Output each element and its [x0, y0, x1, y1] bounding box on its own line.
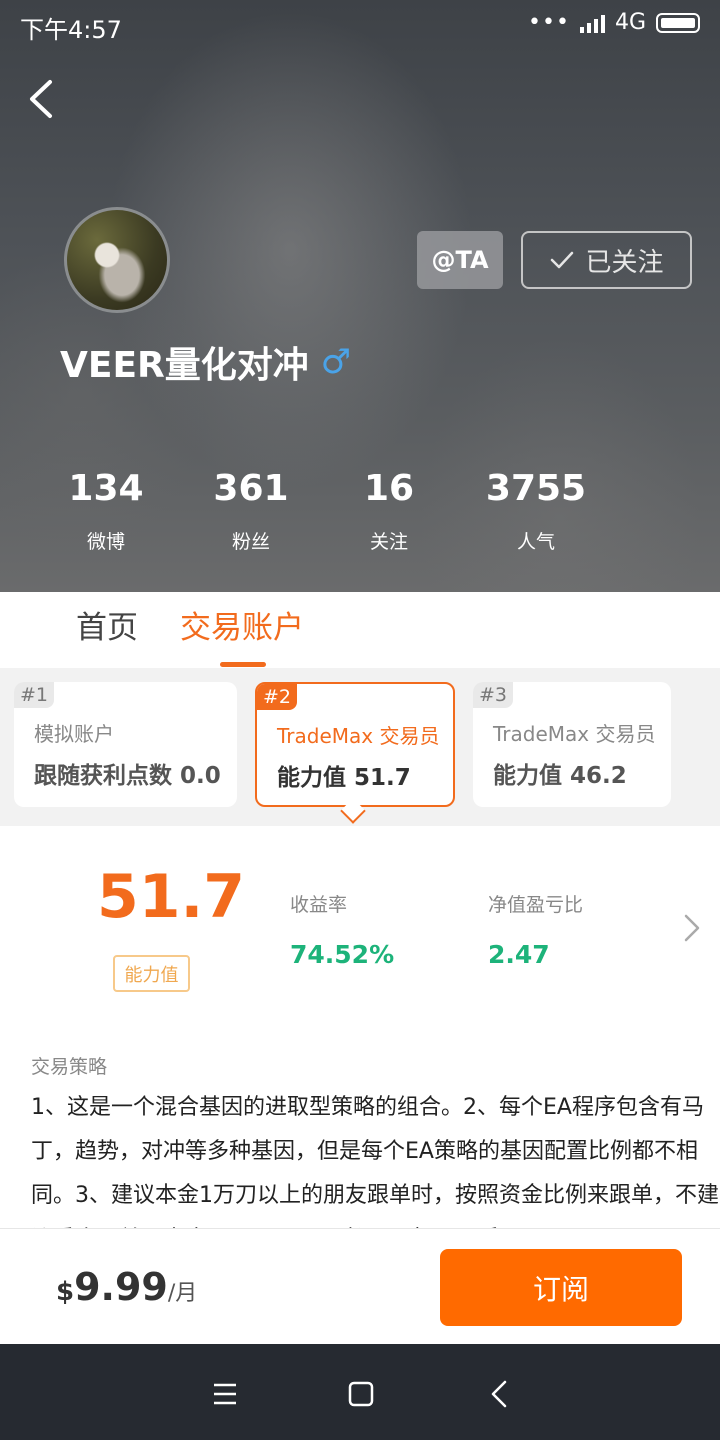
more-dots-icon: ••• — [528, 10, 570, 35]
account-title: TradeMax 交易员 — [277, 724, 440, 748]
price-amount: 9.99 — [74, 1265, 168, 1309]
follow-label: 已关注 — [585, 247, 664, 278]
signal-icon — [579, 13, 605, 33]
subscribe-bar: $ 9.99 /月 订阅 — [0, 1228, 720, 1344]
stat-weibo[interactable]: 134 微博 — [46, 468, 166, 554]
status-bar: 下午4:57 ••• 4G — [0, 0, 720, 50]
male-icon: ♂ — [320, 342, 352, 382]
stat-value: 361 — [213, 468, 289, 509]
account-rank: #2 — [257, 684, 298, 710]
stat-value: 3755 — [485, 468, 587, 509]
profit-loss-ratio-label: 净值盈亏比 — [488, 894, 584, 916]
account-card-3[interactable]: #3 TradeMax 交易员 能力值 46.2 — [473, 682, 671, 807]
return-rate-label: 收益率 — [290, 894, 348, 916]
account-rank: #1 — [14, 682, 55, 708]
username: VEER量化对冲 ♂ — [60, 336, 351, 388]
account-subtitle: 能力值 46.2 — [493, 763, 627, 789]
account-title: TradeMax 交易员 — [493, 722, 656, 746]
system-nav-bar — [0, 1344, 720, 1440]
status-time: 下午4:57 — [20, 16, 122, 44]
back-icon[interactable] — [480, 1374, 520, 1414]
stat-label: 关注 — [369, 531, 408, 553]
account-card-1[interactable]: #1 模拟账户 跟随获利点数 0.0 — [14, 682, 237, 807]
profile-header: 下午4:57 ••• 4G @TA 已关注 VEER量化对冲 ♂ 134 微博 — [0, 0, 720, 592]
price: $ 9.99 /月 — [56, 1265, 197, 1309]
stat-popularity: 3755 人气 — [476, 468, 596, 554]
follow-button[interactable]: 已关注 — [521, 231, 692, 289]
account-title: 模拟账户 — [34, 722, 114, 746]
profit-loss-ratio-value: 2.47 — [488, 940, 550, 969]
account-subtitle: 能力值 51.7 — [277, 765, 411, 791]
stat-label: 粉丝 — [231, 531, 270, 553]
chevron-left-icon — [30, 80, 52, 118]
username-text: VEER量化对冲 — [60, 345, 309, 386]
ability-badge: 能力值 — [113, 955, 190, 992]
account-cards: #1 模拟账户 跟随获利点数 0.0 #2 TradeMax 交易员 能力值 5… — [0, 668, 720, 826]
battery-icon — [656, 12, 700, 33]
back-button[interactable] — [22, 74, 66, 124]
avatar[interactable] — [64, 207, 170, 313]
account-rank: #3 — [473, 682, 514, 708]
chevron-right-icon[interactable] — [678, 908, 706, 948]
tab-indicator — [220, 662, 266, 667]
return-rate-value: 74.52% — [290, 940, 395, 969]
tab-bar: 首页 交易账户 — [0, 592, 720, 668]
network-type: 4G — [614, 10, 646, 35]
strategy-text: 1、这是一个混合基因的进取型策略的组合。2、每个EA程序包含有马丁，趋势，对冲等… — [31, 1095, 719, 1228]
price-period: /月 — [167, 1281, 198, 1306]
account-subtitle: 跟随获利点数 0.0 — [34, 763, 221, 789]
mention-button[interactable]: @TA — [417, 231, 503, 289]
stat-following[interactable]: 16 关注 — [329, 468, 449, 554]
stat-value: 134 — [68, 468, 144, 509]
tab-trading-account[interactable]: 交易账户 — [180, 602, 304, 647]
status-icons: ••• 4G — [528, 10, 700, 35]
ability-score: 51.7 — [97, 862, 246, 932]
stat-fans[interactable]: 361 粉丝 — [191, 468, 311, 554]
check-icon — [551, 251, 574, 269]
stat-label: 微博 — [86, 531, 125, 553]
stat-value: 16 — [363, 468, 415, 509]
tab-home[interactable]: 首页 — [76, 602, 138, 647]
menu-icon[interactable] — [205, 1374, 245, 1414]
profile-stats: 134 微博 361 粉丝 16 关注 3755 人气 — [0, 468, 720, 568]
subscribe-button[interactable]: 订阅 — [440, 1249, 682, 1326]
account-card-2[interactable]: #2 TradeMax 交易员 能力值 51.7 — [255, 682, 455, 807]
strategy-title: 交易策略 — [31, 1056, 108, 1078]
price-currency: $ — [56, 1277, 75, 1307]
stat-label: 人气 — [516, 531, 555, 553]
square-icon[interactable] — [341, 1374, 381, 1414]
